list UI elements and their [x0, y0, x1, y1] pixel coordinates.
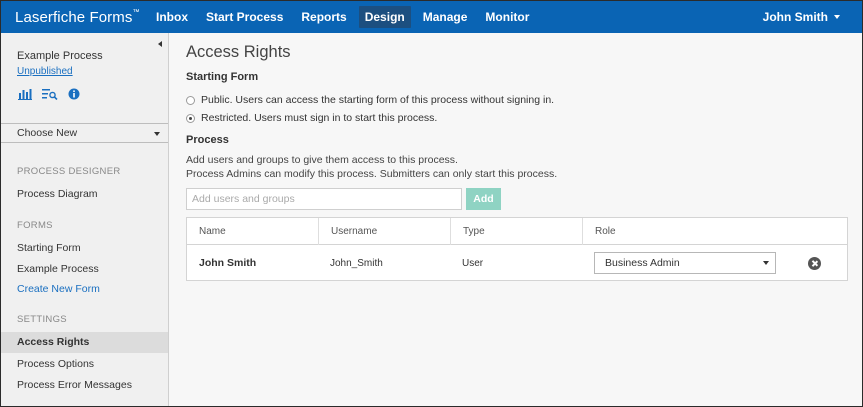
process-heading: Process	[186, 134, 229, 146]
nav-design[interactable]: Design	[358, 6, 411, 28]
top-navbar: Laserfiche Forms™ Inbox Start Process Re…	[1, 1, 862, 33]
brand-name: Laserfiche Forms	[15, 8, 133, 26]
column-role-header: Role	[595, 226, 616, 237]
trademark-mark: ™	[132, 8, 140, 16]
process-icon-toolbar	[18, 88, 80, 103]
sidebar-item-process-diagram[interactable]: Process Diagram	[17, 188, 98, 200]
radio-restricted-option[interactable]: Restricted. Users must sign in to start …	[186, 112, 437, 124]
nav-manage[interactable]: Manage	[417, 6, 474, 28]
chevron-down-icon	[763, 261, 769, 265]
bar-chart-icon[interactable]	[18, 88, 32, 103]
column-divider	[450, 218, 451, 245]
sidebar-item-example-process[interactable]: Example Process	[17, 263, 99, 275]
nav-reports[interactable]: Reports	[295, 6, 352, 28]
table-row: John Smith John_Smith User Business Admi…	[187, 246, 847, 281]
sidebar-item-process-error-messages[interactable]: Process Error Messages	[17, 379, 132, 391]
process-name: Example Process	[17, 50, 103, 62]
create-new-form-link[interactable]: Create New Form	[17, 283, 100, 295]
search-list-icon[interactable]	[42, 88, 58, 103]
row-username: John_Smith	[330, 258, 383, 269]
sidebar-item-starting-form[interactable]: Starting Form	[17, 242, 81, 254]
choose-new-dropdown[interactable]: Choose New	[1, 123, 168, 143]
radio-restricted-label: Restricted. Users must sign in to start …	[201, 112, 438, 124]
section-settings: SETTINGS	[17, 314, 67, 325]
choose-new-label: Choose New	[17, 127, 78, 139]
column-divider	[318, 218, 319, 245]
nav-monitor[interactable]: Monitor	[479, 6, 535, 28]
add-button[interactable]: Add	[466, 188, 501, 210]
radio-public-option[interactable]: Public. Users can access the starting fo…	[186, 94, 554, 106]
process-status-link[interactable]: Unpublished	[17, 66, 73, 77]
sidebar: Example Process Unpublished Choose New P…	[1, 33, 169, 406]
access-rights-table: Name Username Type Role John Smith John_…	[186, 217, 848, 281]
main-content: Access Rights Starting Form Public. User…	[170, 33, 862, 406]
chevron-down-icon	[834, 15, 840, 19]
column-type-header: Type	[463, 226, 485, 237]
column-username-header: Username	[331, 226, 378, 237]
section-forms: FORMS	[17, 220, 53, 231]
user-menu[interactable]: John Smith	[763, 1, 840, 33]
starting-form-heading: Starting Form	[186, 71, 259, 83]
add-users-input[interactable]	[186, 188, 462, 210]
sidebar-item-access-rights[interactable]: Access Rights	[1, 332, 168, 353]
row-name: John Smith	[199, 257, 257, 269]
role-select[interactable]: Business Admin	[594, 252, 776, 274]
app-frame: Laserfiche Forms™ Inbox Start Process Re…	[0, 0, 863, 407]
sidebar-item-process-options[interactable]: Process Options	[17, 358, 94, 370]
page-title: Access Rights	[186, 43, 291, 61]
role-select-value: Business Admin	[605, 257, 680, 269]
nav-inbox[interactable]: Inbox	[150, 6, 194, 28]
help-text-line2: Process Admins can modify this process. …	[186, 168, 558, 180]
remove-row-close-icon[interactable]	[808, 257, 821, 270]
radio-public[interactable]	[186, 95, 195, 105]
radio-restricted[interactable]	[186, 113, 195, 123]
radio-public-label: Public. Users can access the starting fo…	[201, 94, 555, 106]
info-icon[interactable]	[68, 88, 80, 103]
section-process-designer: PROCESS DESIGNER	[17, 166, 121, 177]
brand-logo[interactable]: Laserfiche Forms™	[15, 9, 150, 26]
column-divider	[582, 218, 583, 245]
nav-start-process[interactable]: Start Process	[200, 6, 289, 28]
chevron-down-icon	[154, 132, 160, 136]
help-text-line1: Add users and groups to give them access…	[186, 154, 458, 166]
row-type: User	[462, 258, 484, 269]
column-name-header: Name	[199, 226, 226, 237]
user-name: John Smith	[762, 10, 828, 24]
table-header: Name Username Type Role	[187, 218, 847, 245]
collapse-sidebar-icon[interactable]	[158, 41, 162, 47]
sidebar-item-label: Access Rights	[17, 336, 90, 348]
